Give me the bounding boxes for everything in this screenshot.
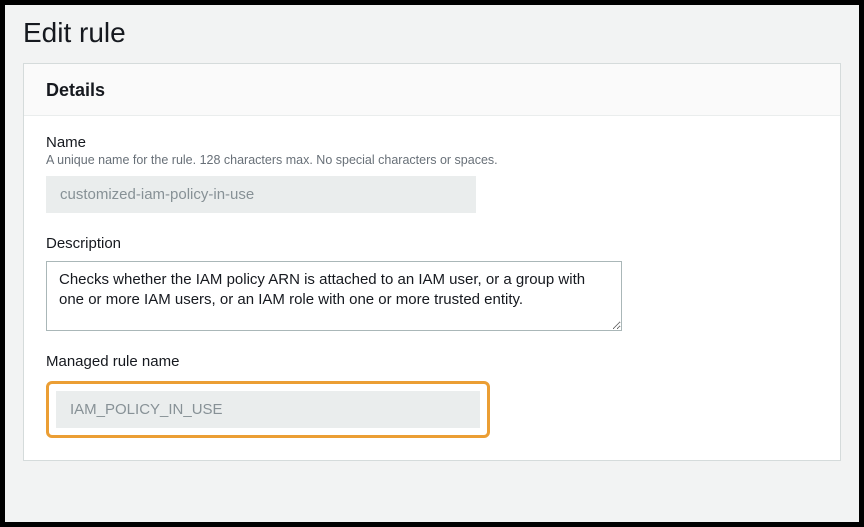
managed-rule-highlight [46,381,490,438]
description-field: Description [46,235,818,331]
description-textarea[interactable] [46,261,622,331]
managed-rule-field: Managed rule name [46,353,818,438]
name-label: Name [46,134,818,151]
description-label: Description [46,235,818,252]
page-title: Edit rule [5,5,859,63]
name-input [46,176,476,213]
managed-rule-input [56,391,480,428]
panel-title: Details [46,80,818,101]
panel-header: Details [24,64,840,116]
details-panel: Details Name A unique name for the rule.… [23,63,841,461]
window-frame: Edit rule Details Name A unique name for… [0,0,864,527]
name-hint: A unique name for the rule. 128 characte… [46,153,818,167]
name-field: Name A unique name for the rule. 128 cha… [46,134,818,213]
panel-body: Name A unique name for the rule. 128 cha… [24,116,840,460]
managed-rule-label: Managed rule name [46,353,818,370]
